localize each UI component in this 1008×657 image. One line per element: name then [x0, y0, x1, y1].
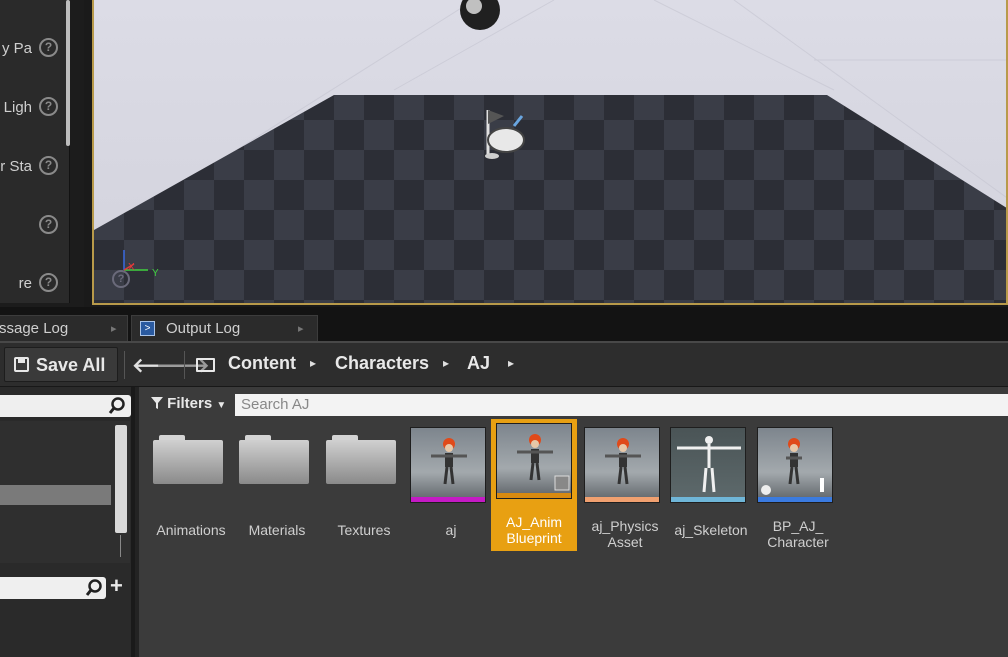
asset-type-strip: [497, 493, 571, 498]
level-viewport[interactable]: X Y ?: [92, 0, 1008, 305]
output-log-icon: >: [140, 321, 155, 336]
asset-name: aj_Skeleton: [674, 522, 748, 538]
asset-name: aj: [445, 522, 457, 538]
breadcrumb-arrow-icon[interactable]: ▸: [508, 356, 514, 370]
path-search-input[interactable]: [0, 395, 131, 417]
unreal-editor: y Pa ? Ligh ? er Sta ? ? re ?: [0, 0, 1008, 657]
breadcrumb-arrow-icon[interactable]: ▸: [310, 356, 316, 370]
details-property-row[interactable]: ?: [0, 211, 66, 241]
asset-search-input[interactable]: Search AJ: [235, 394, 1008, 416]
details-panel: y Pa ? Ligh ? er Sta ? ? re ?: [0, 0, 84, 307]
tab-label: Output Log: [166, 320, 241, 337]
folder-tree: [0, 421, 130, 563]
folder-icon: [153, 435, 223, 485]
breadcrumb-content[interactable]: Content: [228, 353, 296, 374]
viewport-scene: [94, 0, 1008, 305]
axis-y-label: Y: [152, 268, 159, 279]
search-icon: [108, 397, 125, 414]
asset-type-strip: [671, 497, 745, 502]
asset-type-strip: [411, 497, 485, 502]
breadcrumb-characters[interactable]: Characters: [335, 353, 429, 374]
toolbar-divider: [184, 351, 185, 379]
asset-view: Filters ▼ Search AJ Animations Materials…: [139, 387, 1008, 657]
filters-button[interactable]: Filters ▼: [151, 395, 226, 412]
tab-options-icon[interactable]: ▸: [111, 322, 117, 335]
bottom-tab-strip: ssage Log ▸ > Output Log ▸: [0, 307, 1008, 342]
sources-panel: +: [0, 387, 135, 657]
help-icon[interactable]: ?: [39, 273, 58, 292]
filter-icon: [151, 397, 163, 409]
tree-scroll-track: [120, 535, 121, 557]
tab-output-log[interactable]: > Output Log ▸: [131, 315, 318, 342]
asset-name: Materials: [248, 522, 306, 538]
folder-open-icon[interactable]: [196, 358, 215, 372]
add-collection-button[interactable]: +: [110, 573, 123, 599]
floor-plane[interactable]: [94, 95, 1008, 305]
collections-search-input[interactable]: [0, 577, 106, 599]
content-browser-toolbar: Save All 🡐 🡒 Content ▸ Characters ▸ AJ ▸: [0, 343, 1008, 387]
breadcrumb-arrow-icon[interactable]: ▸: [443, 356, 449, 370]
asset-thumbnail: [584, 427, 660, 503]
property-label: re: [18, 275, 32, 292]
details-property-row[interactable]: re ?: [0, 269, 66, 299]
details-property-row[interactable]: y Pa ?: [0, 34, 66, 64]
content-browser: Save All 🡐 🡒 Content ▸ Characters ▸ AJ ▸: [0, 341, 1008, 657]
details-property-list: y Pa ? Ligh ? er Sta ? ? re ?: [0, 0, 70, 303]
axis-x-label: X: [128, 262, 135, 273]
asset-thumbnail: [670, 427, 746, 503]
tab-options-icon[interactable]: ▸: [298, 322, 304, 335]
asset-type-strip: [758, 497, 832, 502]
tree-scrollbar[interactable]: [115, 425, 127, 533]
selected-tree-item[interactable]: [0, 485, 111, 505]
asset-thumbnail: [410, 427, 486, 503]
property-label: y Pa: [1, 40, 32, 57]
breadcrumb-aj[interactable]: AJ: [467, 353, 490, 374]
search-icon: [85, 579, 102, 596]
asset-tile-aj-anim-blueprint[interactable]: AJ_Anim Blueprint: [491, 419, 577, 551]
asset-type-strip: [585, 497, 659, 502]
details-property-row[interactable]: Ligh ?: [0, 93, 66, 123]
character-thumbnail-icon: [761, 438, 824, 495]
folder-icon: [239, 435, 309, 485]
toolbar-divider: [124, 351, 125, 379]
details-property-row[interactable]: er Sta ?: [0, 152, 66, 182]
help-icon[interactable]: ?: [39, 38, 58, 57]
help-icon[interactable]: ?: [39, 156, 58, 175]
tab-label: ssage Log: [0, 320, 69, 337]
asset-thumbnail: [496, 423, 572, 499]
help-icon[interactable]: ?: [39, 97, 58, 116]
asset-name: Animations: [156, 522, 226, 538]
character-thumbnail-icon: [605, 438, 641, 485]
character-thumbnail-icon: [517, 434, 570, 491]
folder-icon: [326, 435, 396, 485]
help-icon[interactable]: ?: [39, 215, 58, 234]
chevron-down-icon: ▼: [216, 400, 227, 411]
asset-name: BP_AJ_ Character: [767, 518, 829, 550]
skeleton-thumbnail-icon: [677, 436, 741, 493]
asset-name: AJ_Anim Blueprint: [505, 514, 563, 546]
save-icon: [14, 357, 29, 372]
viewport-help-icon[interactable]: ?: [112, 270, 130, 288]
tab-message-log[interactable]: ssage Log ▸: [0, 315, 128, 342]
character-thumbnail-icon: [431, 438, 467, 485]
property-label: er Sta: [0, 158, 32, 175]
asset-thumbnail: [757, 427, 833, 503]
property-label: Ligh: [3, 99, 32, 116]
filters-label: Filters: [167, 395, 213, 412]
details-scrollbar[interactable]: [66, 0, 70, 146]
save-all-label: Save All: [36, 355, 106, 375]
asset-name: aj_Physics Asset: [591, 518, 659, 550]
asset-name: Textures: [337, 522, 391, 538]
save-all-button[interactable]: Save All: [4, 347, 118, 382]
